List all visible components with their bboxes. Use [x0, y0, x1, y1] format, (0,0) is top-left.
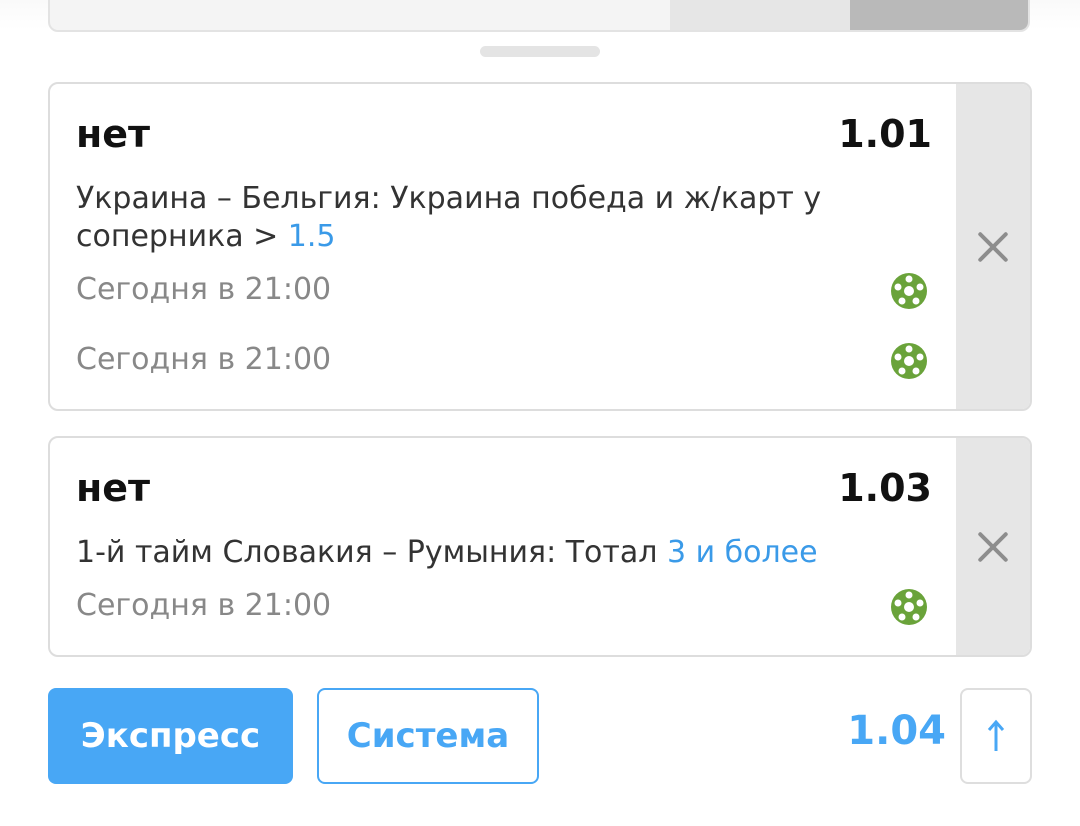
- bet-event: Украина – Бельгия: Украина победа и ж/ка…: [76, 180, 926, 256]
- top-panel-segment: [670, 0, 852, 30]
- soccer-ball-icon: [891, 589, 927, 625]
- bet-card-body: нет 1.01 Украина – Бельгия: Украина побе…: [50, 84, 956, 409]
- bet-event: 1-й тайм Словакия – Румыния: Тотал 3 и б…: [76, 534, 926, 572]
- bet-odds: 1.03: [838, 466, 932, 510]
- bet-card-body: нет 1.03 1-й тайм Словакия – Румыния: То…: [50, 438, 956, 655]
- close-icon: [975, 229, 1011, 265]
- top-panel-segment-dark: [850, 0, 1028, 30]
- expand-button[interactable]: [960, 688, 1032, 784]
- express-button[interactable]: Экспресс: [48, 688, 293, 784]
- bet-time: Сегодня в 21:00: [76, 342, 332, 377]
- sheet-drag-handle[interactable]: [480, 46, 600, 57]
- close-icon: [975, 529, 1011, 565]
- soccer-ball-icon: [891, 273, 927, 309]
- top-panel: [48, 0, 1030, 32]
- arrow-up-icon: [987, 719, 1005, 751]
- soccer-ball-icon: [891, 343, 927, 379]
- bet-name: нет: [76, 466, 151, 510]
- bet-event-text: 1-й тайм Словакия – Румыния: Тотал: [76, 535, 667, 570]
- bet-time: Сегодня в 21:00: [76, 272, 332, 307]
- bet-time: Сегодня в 21:00: [76, 588, 332, 623]
- bet-card: нет 1.03 1-й тайм Словакия – Румыния: То…: [48, 436, 1032, 657]
- remove-bet-button[interactable]: [956, 84, 1030, 409]
- bet-odds: 1.01: [838, 112, 932, 156]
- total-odds: 1.04: [847, 708, 946, 754]
- bet-event-highlight: 3 и более: [666, 535, 818, 570]
- remove-bet-button[interactable]: [956, 438, 1030, 655]
- bet-card: нет 1.01 Украина – Бельгия: Украина побе…: [48, 82, 1032, 411]
- bet-name: нет: [76, 112, 151, 156]
- system-button[interactable]: Система: [317, 688, 539, 784]
- bet-event-text: Украина – Бельгия: Украина победа и ж/ка…: [76, 181, 822, 254]
- bet-event-highlight: 1.5: [287, 219, 336, 254]
